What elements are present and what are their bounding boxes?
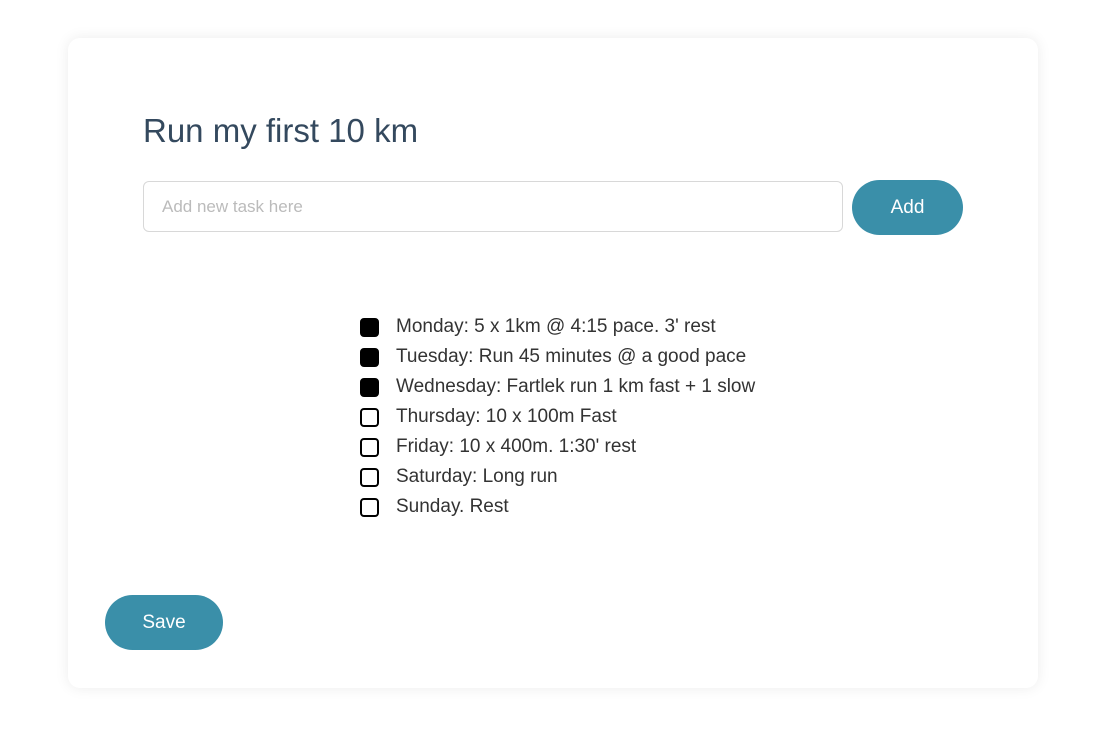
- save-button[interactable]: Save: [105, 595, 223, 650]
- new-task-input[interactable]: [143, 181, 843, 232]
- task-label: Saturday: Long run: [396, 466, 558, 487]
- task-label: Thursday: 10 x 100m Fast: [396, 406, 617, 427]
- task-checkbox[interactable]: [360, 377, 379, 397]
- task-label: Tuesday: Run 45 minutes @ a good pace: [396, 346, 747, 367]
- task-label: Monday: 5 x 1km @ 4:15 pace. 3' rest: [396, 316, 716, 337]
- task-item: Friday: 10 x 400m. 1:30' rest: [360, 432, 755, 462]
- task-checkbox[interactable]: [360, 437, 379, 457]
- task-list: Monday: 5 x 1km @ 4:15 pace. 3' rest Tues…: [360, 312, 755, 522]
- task-item: Wednesday: Fartlek run 1 km fast + 1 slo…: [360, 372, 755, 402]
- task-checkbox[interactable]: [360, 467, 379, 487]
- task-checkbox[interactable]: [360, 497, 379, 517]
- page-title: Run my first 10 km: [143, 112, 419, 149]
- task-card: Run my first 10 km Add Monday: 5 x 1km @…: [68, 38, 1038, 688]
- task-item: Monday: 5 x 1km @ 4:15 pace. 3' rest: [360, 312, 755, 342]
- task-label: Friday: 10 x 400m. 1:30' rest: [396, 436, 637, 457]
- add-button[interactable]: Add: [852, 180, 963, 235]
- task-item: Sunday. Rest: [360, 492, 755, 522]
- task-checkbox[interactable]: [360, 347, 379, 367]
- task-item: Tuesday: Run 45 minutes @ a good pace: [360, 342, 755, 372]
- task-label: Sunday. Rest: [396, 496, 509, 517]
- task-label: Wednesday: Fartlek run 1 km fast + 1 slo…: [396, 376, 756, 397]
- task-item: Thursday: 10 x 100m Fast: [360, 402, 755, 432]
- task-checkbox[interactable]: [360, 407, 379, 427]
- task-checkbox[interactable]: [360, 317, 379, 337]
- task-item: Saturday: Long run: [360, 462, 755, 492]
